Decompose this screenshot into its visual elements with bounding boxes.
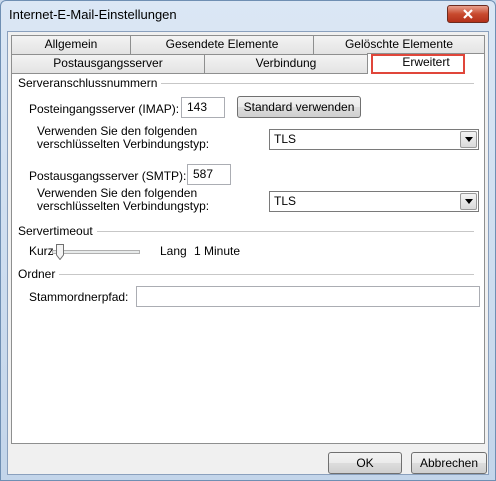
close-button[interactable] (447, 5, 489, 23)
tab-geloeschte-elemente[interactable]: Gelöschte Elemente (313, 35, 485, 54)
tab-erweitert[interactable]: Erweitert (367, 53, 485, 74)
encryption-type-select-1[interactable]: TLS (269, 129, 479, 150)
dialog-client: Allgemein Gesendete Elemente Gelöschte E… (7, 31, 489, 475)
timeout-long-label: Lang (160, 244, 187, 258)
chevron-down-icon (460, 193, 477, 210)
incoming-port-input[interactable]: 143 (181, 97, 225, 118)
tab-allgemein[interactable]: Allgemein (11, 35, 131, 54)
title-bar[interactable]: Internet-E-Mail-Einstellungen (1, 1, 495, 29)
encryption-type-select-2[interactable]: TLS (269, 191, 479, 212)
group-title-timeout: Servertimeout (18, 224, 97, 238)
cancel-button[interactable]: Abbrechen (411, 452, 487, 474)
incoming-server-label: Posteingangsserver (IMAP): (29, 102, 180, 116)
ok-button[interactable]: OK (328, 452, 402, 474)
tab-gesendete-elemente[interactable]: Gesendete Elemente (130, 35, 314, 54)
tab-postausgangsserver[interactable]: Postausgangsserver (11, 54, 205, 73)
tab-panel-erweitert: Serveranschlussnummern Posteingangsserve… (11, 73, 485, 444)
root-folder-input[interactable] (136, 286, 480, 307)
group-title-server-ports: Serveranschlussnummern (18, 76, 162, 90)
dialog-window: Internet-E-Mail-Einstellungen Allgemein … (0, 0, 496, 481)
encryption-type-label-1: Verwenden Sie den folgenden verschlüssel… (37, 124, 210, 151)
timeout-slider-track[interactable] (52, 250, 140, 254)
outgoing-server-label: Postausgangsserver (SMTP): (29, 169, 187, 183)
root-folder-label: Stammordnerpfad: (29, 290, 129, 304)
timeout-slider-thumb[interactable] (56, 244, 64, 260)
window-title: Internet-E-Mail-Einstellungen (9, 7, 177, 22)
timeout-value: 1 Minute (194, 244, 241, 258)
close-icon (463, 9, 473, 19)
use-default-button[interactable]: Standard verwenden (237, 96, 361, 118)
outgoing-port-input[interactable]: 587 (187, 164, 231, 185)
group-title-folders: Ordner (18, 267, 60, 281)
group-divider (20, 274, 474, 275)
encryption-type-label-2: Verwenden Sie den folgenden verschlüssel… (37, 186, 210, 213)
timeout-short-label: Kurz (29, 244, 54, 258)
chevron-down-icon (460, 131, 477, 148)
tab-verbindung[interactable]: Verbindung (204, 54, 368, 73)
